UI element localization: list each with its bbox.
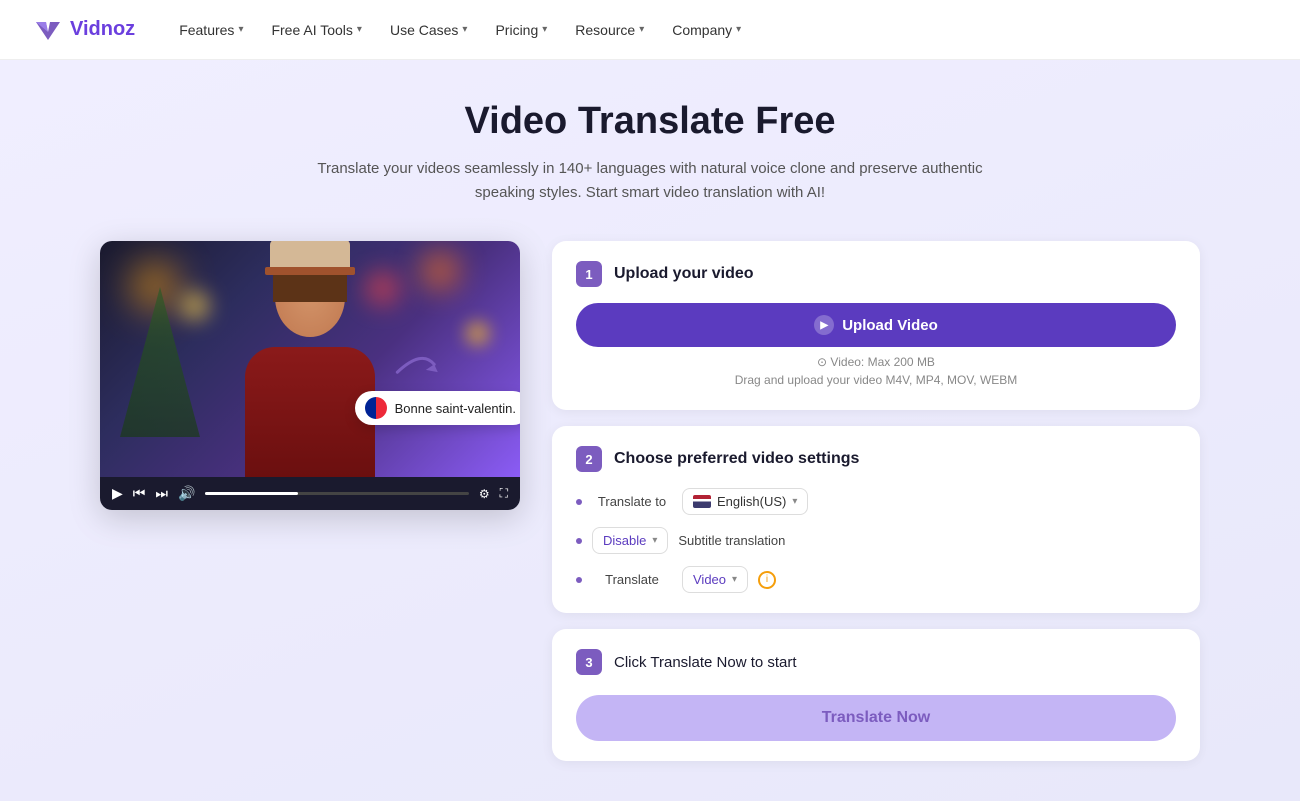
- step2-title: Choose preferred video settings: [614, 450, 859, 468]
- nav-item-features[interactable]: Features ▾: [167, 14, 255, 46]
- step3-header: 3 Click Translate Now to start: [576, 649, 1176, 675]
- video-player: Bonne saint-valentin. ▶ ⏮ ⏭ 🔊 ⚙ ⛶: [100, 241, 520, 510]
- step3-title: Click Translate Now to start: [614, 654, 797, 671]
- step1-header: 1 Upload your video: [576, 261, 1176, 287]
- translate-now-button[interactable]: Translate Now: [576, 695, 1176, 741]
- chevron-down-icon: ▾: [462, 24, 467, 35]
- translate-to-row: Translate to English(US) ▾: [576, 488, 1176, 515]
- video-size-info: ⊙ Video: Max 200 MB: [576, 355, 1176, 369]
- step2-number: 2: [576, 446, 602, 472]
- disable-select[interactable]: Disable ▾: [592, 527, 668, 554]
- prev-button[interactable]: ⏮: [133, 485, 146, 502]
- step2-card: 2 Choose preferred video settings Transl…: [552, 426, 1200, 613]
- drag-info: Drag and upload your video M4V, MP4, MOV…: [576, 371, 1176, 390]
- us-flag-icon: [693, 495, 711, 508]
- chevron-down-icon: ▾: [542, 24, 547, 35]
- chevron-down-icon: ▾: [238, 24, 243, 35]
- chevron-down-icon: ▾: [792, 496, 797, 507]
- video-select[interactable]: Video ▾: [682, 566, 748, 593]
- nav-item-resource[interactable]: Resource ▾: [563, 14, 656, 46]
- chevron-down-icon: ▾: [639, 24, 644, 35]
- video-thumbnail: Bonne saint-valentin.: [100, 241, 520, 477]
- subtitle-text: Bonne saint-valentin.: [395, 401, 516, 416]
- progress-fill: [205, 492, 297, 495]
- chevron-down-icon: ▾: [652, 535, 657, 546]
- logo-text: Vidnoz: [70, 18, 135, 41]
- info-icon[interactable]: i: [758, 571, 776, 589]
- volume-button[interactable]: 🔊: [178, 485, 195, 502]
- content-row: Bonne saint-valentin. ▶ ⏮ ⏭ 🔊 ⚙ ⛶ 1: [100, 241, 1200, 761]
- video-controls: ▶ ⏮ ⏭ 🔊 ⚙ ⛶: [100, 477, 520, 510]
- nav-item-pricing[interactable]: Pricing ▾: [483, 14, 559, 46]
- person-silhouette: [210, 247, 410, 477]
- hero-section: Video Translate Free Translate your vide…: [0, 60, 1300, 801]
- subtitle-translation-label: Subtitle translation: [678, 533, 785, 548]
- french-flag-icon: [365, 397, 387, 419]
- language-select[interactable]: English(US) ▾: [682, 488, 808, 515]
- step1-title: Upload your video: [614, 265, 754, 283]
- dot-icon: [576, 538, 582, 544]
- translate-to-label: Translate to: [592, 494, 672, 509]
- dot-icon: [576, 499, 582, 505]
- translate-label: Translate: [592, 572, 672, 587]
- progress-bar[interactable]: [205, 492, 468, 495]
- logo-icon: [32, 14, 64, 46]
- chevron-down-icon: ▾: [732, 574, 737, 585]
- nav-item-company[interactable]: Company ▾: [660, 14, 753, 46]
- step3-card: 3 Click Translate Now to start Translate…: [552, 629, 1200, 761]
- nav-item-free-ai-tools[interactable]: Free AI Tools ▾: [259, 14, 373, 46]
- translate-video-row: Translate Video ▾ i: [576, 566, 1176, 593]
- step1-card: 1 Upload your video ▶ Upload Video ⊙ Vid…: [552, 241, 1200, 410]
- nav-menu: Features ▾ Free AI Tools ▾ Use Cases ▾ P…: [167, 14, 753, 46]
- nav-item-use-cases[interactable]: Use Cases ▾: [378, 14, 480, 46]
- upload-video-button[interactable]: ▶ Upload Video: [576, 303, 1176, 347]
- subtitle-row: Disable ▾ Subtitle translation: [576, 527, 1176, 554]
- next-button[interactable]: ⏭: [155, 485, 168, 502]
- hero-title: Video Translate Free: [80, 100, 1220, 143]
- play-button[interactable]: ▶: [112, 485, 123, 502]
- right-panel: 1 Upload your video ▶ Upload Video ⊙ Vid…: [552, 241, 1200, 761]
- hero-subtitle: Translate your videos seamlessly in 140+…: [310, 157, 990, 205]
- navbar: Vidnoz Features ▾ Free AI Tools ▾ Use Ca…: [0, 0, 1300, 60]
- step1-number: 1: [576, 261, 602, 287]
- dot-icon: [576, 577, 582, 583]
- step3-number: 3: [576, 649, 602, 675]
- subtitle-badge: Bonne saint-valentin.: [355, 391, 520, 425]
- chevron-down-icon: ▾: [357, 24, 362, 35]
- logo[interactable]: Vidnoz: [32, 14, 135, 46]
- fullscreen-button[interactable]: ⛶: [500, 486, 508, 501]
- step2-header: 2 Choose preferred video settings: [576, 446, 1176, 472]
- upload-play-icon: ▶: [814, 315, 834, 335]
- chevron-down-icon: ▾: [736, 24, 741, 35]
- settings-button[interactable]: ⚙: [479, 487, 490, 501]
